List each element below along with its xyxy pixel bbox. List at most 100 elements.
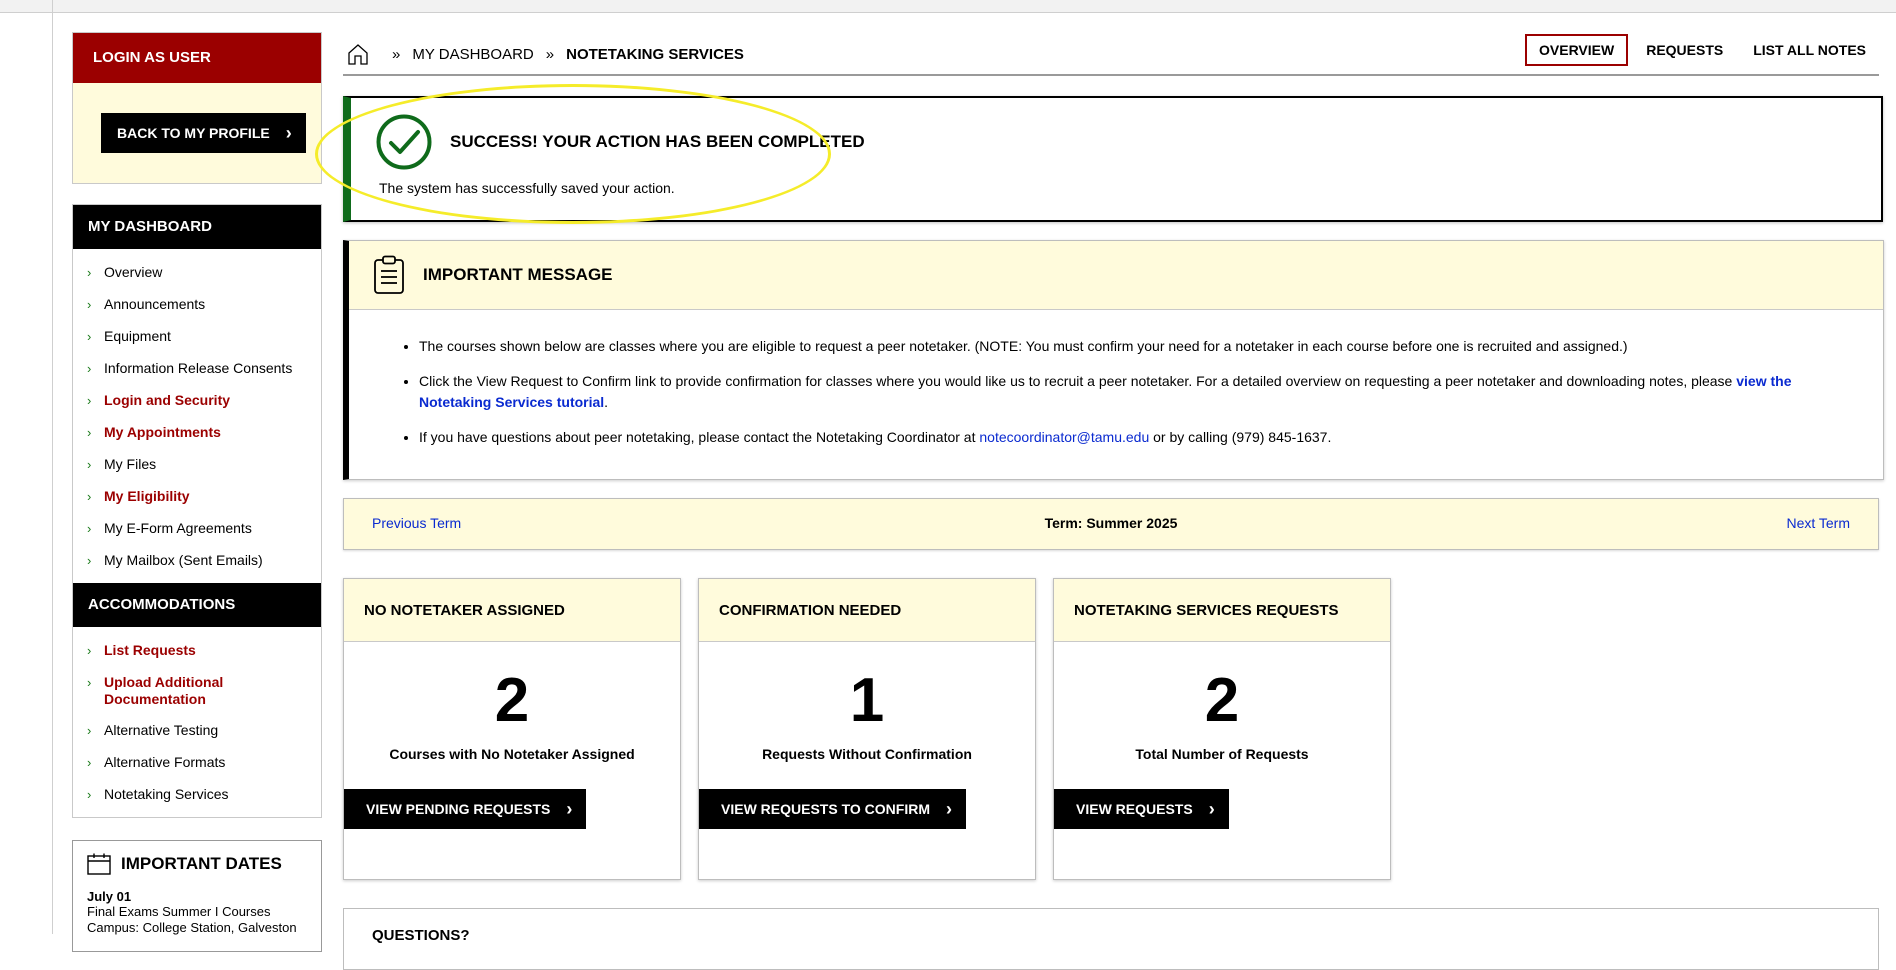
header-divider [343,74,1879,76]
sidebar-item-label: Alternative Testing [104,722,219,738]
important-item-text: Click the View Request to Confirm link t… [419,373,1737,389]
chevron-right-icon: › [1208,799,1215,819]
sidebar-item-label: Upload Additional Documentation [104,674,224,707]
chevron-right-icon: › [87,297,92,312]
important-dates-title: IMPORTANT DATES [121,854,282,873]
back-to-my-profile-button[interactable]: BACK TO MY PROFILE › [101,113,306,153]
questions-title: QUESTIONS? [372,927,470,944]
important-dates-header: IMPORTANT DATES [87,841,307,887]
tab-list-all-notes[interactable]: LIST ALL NOTES [1741,34,1878,66]
chevron-right-icon: › [87,521,92,536]
sidebar-item-label: My Mailbox (Sent Emails) [104,552,263,568]
chevron-right-icon: › [87,787,92,802]
my-dashboard-title: MY DASHBOARD [73,205,321,249]
sidebar-item-label: My Appointments [104,424,221,440]
success-title: SUCCESS! YOUR ACTION HAS BEEN COMPLETED [450,132,865,151]
breadcrumb-separator-icon: » [545,45,555,63]
sidebar-item-label: Equipment [104,328,171,344]
card-description: Courses with No Notetaker Assigned [389,746,635,762]
sidebar-item-label: Announcements [104,296,206,312]
chevron-right-icon: › [87,723,92,738]
accommodations-title: ACCOMMODATIONS [73,583,321,627]
important-item-text: The courses shown below are classes wher… [419,338,1628,354]
sidebar-item-login-and-security[interactable]: › Login and Security [73,385,321,417]
sidebar-item-label: Login and Security [104,392,231,408]
browser-top-strip [0,0,1896,13]
sidebar-item-my-appointments[interactable]: › My Appointments [73,417,321,449]
breadcrumb-current: NOTETAKING SERVICES [566,45,744,63]
chevron-right-icon: › [87,265,92,280]
breadcrumb: » MY DASHBOARD » NOTETAKING SERVICES [346,42,744,66]
view-requests-button[interactable]: VIEW REQUESTS › [1054,789,1229,829]
chevron-right-icon: › [87,489,92,504]
my-dashboard-nav: MY DASHBOARD › Overview › Announcements › E… [72,204,322,818]
back-to-my-profile-label: BACK TO MY PROFILE [117,125,270,141]
sidebar-item-upload-additional-documentation[interactable]: › Upload Additional Documentation [73,667,321,715]
important-item-end: . [604,394,609,410]
chevron-right-icon: › [87,675,92,690]
important-message-header: IMPORTANT MESSAGE [349,241,1883,310]
important-item-end: or by calling (979) 845-1637. [1149,429,1332,445]
chevron-right-icon: › [87,393,92,408]
tab-overview[interactable]: OVERVIEW [1525,34,1629,66]
sidebar-item-label: Overview [104,264,163,280]
sidebar-item-alternative-testing[interactable]: › Alternative Testing [73,715,321,747]
sidebar-item-my-mailbox[interactable]: › My Mailbox (Sent Emails) [73,545,321,577]
chevron-right-icon: › [566,799,573,819]
sidebar-item-announcements[interactable]: › Announcements [73,289,321,321]
chevron-right-icon: › [285,123,292,143]
card-count: 2 [494,666,530,735]
chevron-right-icon: › [87,553,92,568]
next-term-link[interactable]: Next Term [1786,515,1850,531]
card-notetaking-services-requests: NOTETAKING SERVICES REQUESTS 2 Total Num… [1053,578,1391,880]
questions-panel: QUESTIONS? [343,908,1879,970]
sidebar-item-label: Alternative Formats [104,754,226,770]
list-item: Click the View Request to Confirm link t… [419,371,1823,413]
sidebar-item-notetaking-services[interactable]: › Notetaking Services [73,779,321,811]
chevron-right-icon: › [87,361,92,376]
breadcrumb-separator-icon: » [392,45,401,63]
date-entry-day: July 01 [87,889,132,904]
button-label: VIEW REQUESTS TO CONFIRM [721,801,930,817]
card-confirmation-needed: CONFIRMATION NEEDED 1 Requests Without C… [698,578,1036,880]
list-item: If you have questions about peer notetak… [419,427,1823,448]
card-title: NO NOTETAKER ASSIGNED [344,579,680,642]
card-count: 2 [1204,666,1240,735]
sidebar-item-my-eligibility[interactable]: › My Eligibility [73,481,321,513]
card-description: Requests Without Confirmation [762,746,972,762]
card-title: CONFIRMATION NEEDED [699,579,1035,642]
sidebar-item-equipment[interactable]: › Equipment [73,321,321,353]
card-title: NOTETAKING SERVICES REQUESTS [1054,579,1390,642]
view-requests-to-confirm-button[interactable]: VIEW REQUESTS TO CONFIRM › [699,789,966,829]
chevron-right-icon: › [87,425,92,440]
list-item: The courses shown below are classes wher… [419,336,1823,357]
check-circle-icon [376,114,432,170]
sidebar-item-my-eform-agreements[interactable]: › My E-Form Agreements [73,513,321,545]
sidebar-item-label: Notetaking Services [104,786,229,802]
view-pending-requests-button[interactable]: VIEW PENDING REQUESTS › [344,789,587,829]
sidebar-item-list-requests[interactable]: › List Requests [73,635,321,667]
button-label: VIEW PENDING REQUESTS [366,801,551,817]
login-as-user-box: LOGIN AS USER BACK TO MY PROFILE › [72,32,322,184]
tab-requests[interactable]: REQUESTS [1634,34,1735,66]
card-description: Total Number of Requests [1135,746,1309,762]
login-as-user-body: BACK TO MY PROFILE › [73,83,321,183]
button-label: VIEW REQUESTS [1076,801,1193,817]
sidebar: LOGIN AS USER BACK TO MY PROFILE › MY DA… [72,32,322,952]
home-icon[interactable] [346,42,370,66]
sidebar-item-my-files[interactable]: › My Files [73,449,321,481]
sidebar-item-overview[interactable]: › Overview [73,257,321,289]
sidebar-item-information-release-consents[interactable]: › Information Release Consents [73,353,321,385]
my-dashboard-list: › Overview › Announcements › Equipment › Inf… [73,249,321,583]
date-entry-text: Final Exams Summer I Courses [87,904,271,919]
page-left-rule [52,0,53,934]
page-tabs: OVERVIEW REQUESTS LIST ALL NOTES [1519,34,1878,66]
breadcrumb-my-dashboard-link[interactable]: MY DASHBOARD [412,46,533,63]
important-message-list: The courses shown below are classes wher… [349,310,1883,448]
sidebar-item-alternative-formats[interactable]: › Alternative Formats [73,747,321,779]
coordinator-email-link[interactable]: notecoordinator@tamu.edu [979,429,1149,445]
sidebar-item-label: My Eligibility [104,488,190,504]
chevron-right-icon: › [87,457,92,472]
chevron-right-icon: › [87,643,92,658]
sidebar-item-label: Information Release Consents [104,360,293,376]
